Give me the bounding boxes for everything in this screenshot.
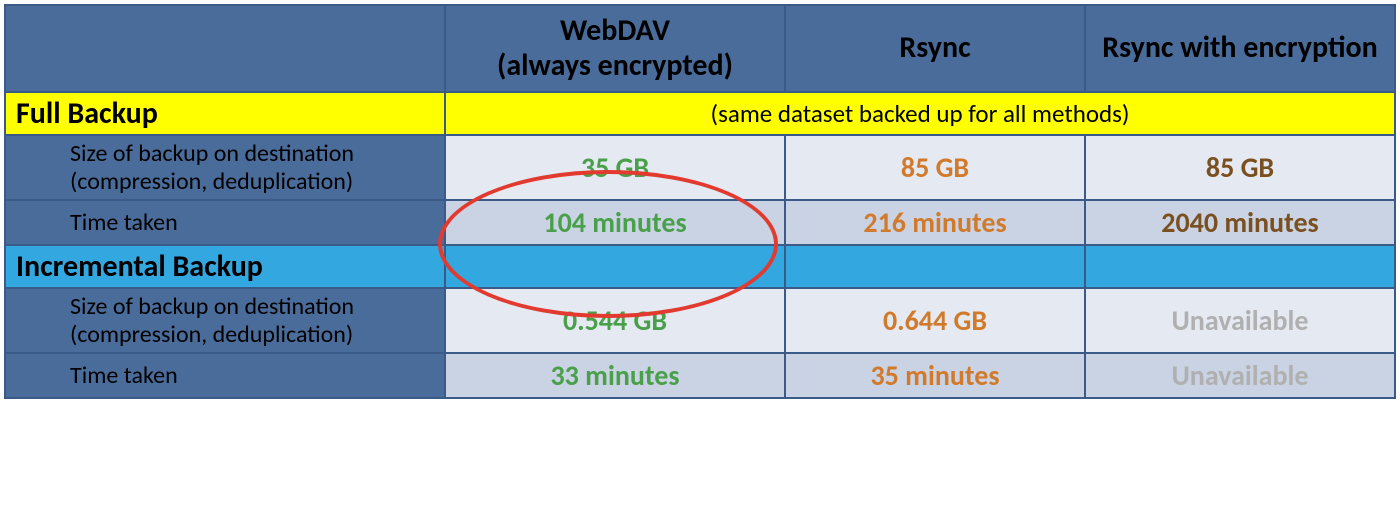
inc-time-row: Time taken 33 minutes 35 minutes Unavail… — [5, 353, 1395, 398]
section-incremental-title: Incremental Backup — [5, 245, 445, 288]
full-time-webdav: 104 minutes — [445, 200, 785, 245]
header-blank — [5, 5, 445, 92]
inc-blank-2 — [785, 245, 1085, 288]
inc-time-rsync: 35 minutes — [785, 353, 1085, 398]
metric-size-label: Size of backup on destination (compressi… — [5, 135, 445, 200]
col-header-rsync-enc: Rsync with encryption — [1085, 5, 1395, 92]
inc-size-rsync: 0.644 GB — [785, 288, 1085, 353]
inc-size-row: Size of backup on destination (compressi… — [5, 288, 1395, 353]
inc-size-rsync-enc: Unavailable — [1085, 288, 1395, 353]
section-full-row: Full Backup (same dataset backed up for … — [5, 92, 1395, 135]
metric-size-label-2: Size of backup on destination (compressi… — [5, 288, 445, 353]
col-header-rsync: Rsync — [785, 5, 1085, 92]
comparison-table: WebDAV(always encrypted) Rsync Rsync wit… — [4, 4, 1396, 399]
full-size-webdav: 35 GB — [445, 135, 785, 200]
metric-time-label-2: Time taken — [5, 353, 445, 398]
inc-blank-3 — [1085, 245, 1395, 288]
section-full-title: Full Backup — [5, 92, 445, 135]
full-size-rsync: 85 GB — [785, 135, 1085, 200]
header-row: WebDAV(always encrypted) Rsync Rsync wit… — [5, 5, 1395, 92]
inc-size-webdav: 0.544 GB — [445, 288, 785, 353]
full-size-rsync-enc: 85 GB — [1085, 135, 1395, 200]
inc-time-rsync-enc: Unavailable — [1085, 353, 1395, 398]
metric-time-label: Time taken — [5, 200, 445, 245]
section-full-note: (same dataset backed up for all methods) — [445, 92, 1395, 135]
full-time-rsync: 216 minutes — [785, 200, 1085, 245]
full-size-row: Size of backup on destination (compressi… — [5, 135, 1395, 200]
section-incremental-row: Incremental Backup — [5, 245, 1395, 288]
col-header-webdav: WebDAV(always encrypted) — [445, 5, 785, 92]
full-time-row: Time taken 104 minutes 216 minutes 2040 … — [5, 200, 1395, 245]
full-time-rsync-enc: 2040 minutes — [1085, 200, 1395, 245]
inc-time-webdav: 33 minutes — [445, 353, 785, 398]
inc-blank-1 — [445, 245, 785, 288]
